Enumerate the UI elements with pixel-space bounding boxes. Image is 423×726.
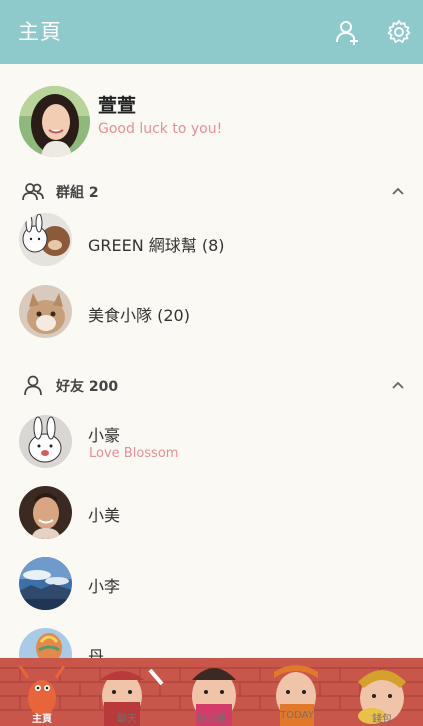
group-name: 美食小隊 (20) [88,306,190,325]
my-profile[interactable]: 萱萱 Good luck to you! [0,86,423,158]
friends-label: 好友 200 [56,379,119,395]
friend-name: 小李 [88,577,121,596]
friends-section-header[interactable]: 好友 200 [0,371,423,401]
chevron-up-icon[interactable] [390,183,406,199]
list-item[interactable]: 美食小隊 (20) [0,283,423,353]
tab-today[interactable]: TODAY [255,710,339,721]
group-icon [22,183,44,201]
list-item[interactable]: 小豪 Love Blossom [0,412,423,482]
gear-icon[interactable] [385,18,413,46]
chevron-up-icon[interactable] [390,377,406,393]
page-title: 主頁 [18,20,62,44]
friend-avatar [19,486,72,539]
friend-name: 小豪 [88,426,121,445]
groups-label: 群組 2 [56,185,99,201]
group-avatar [19,285,72,338]
tab-chat[interactable]: 聊天 [85,710,169,725]
tab-wallet[interactable]: 錢包 [340,710,423,725]
person-icon [24,375,42,396]
group-avatar [19,213,72,266]
tab-home[interactable]: 主頁 [0,710,84,725]
app-header: 主頁 [0,0,423,64]
friend-avatar [19,557,72,610]
groups-section-header[interactable]: 群組 2 [0,177,423,207]
group-name: GREEN 網球幫 (8) [88,236,225,255]
friend-avatar [19,415,72,468]
friend-name: 小美 [88,506,121,525]
list-item[interactable]: GREEN 網球幫 (8) [0,212,423,282]
add-user-icon[interactable] [334,18,362,46]
list-item[interactable]: 小李 [0,554,423,624]
list-item[interactable]: 小美 [0,483,423,553]
profile-avatar[interactable] [19,86,90,157]
tab-timeline[interactable]: 貼文串 [170,710,254,725]
profile-status: Good luck to you! [98,121,223,137]
friend-status: Love Blossom [89,446,179,461]
profile-name: 萱萱 [98,95,137,117]
